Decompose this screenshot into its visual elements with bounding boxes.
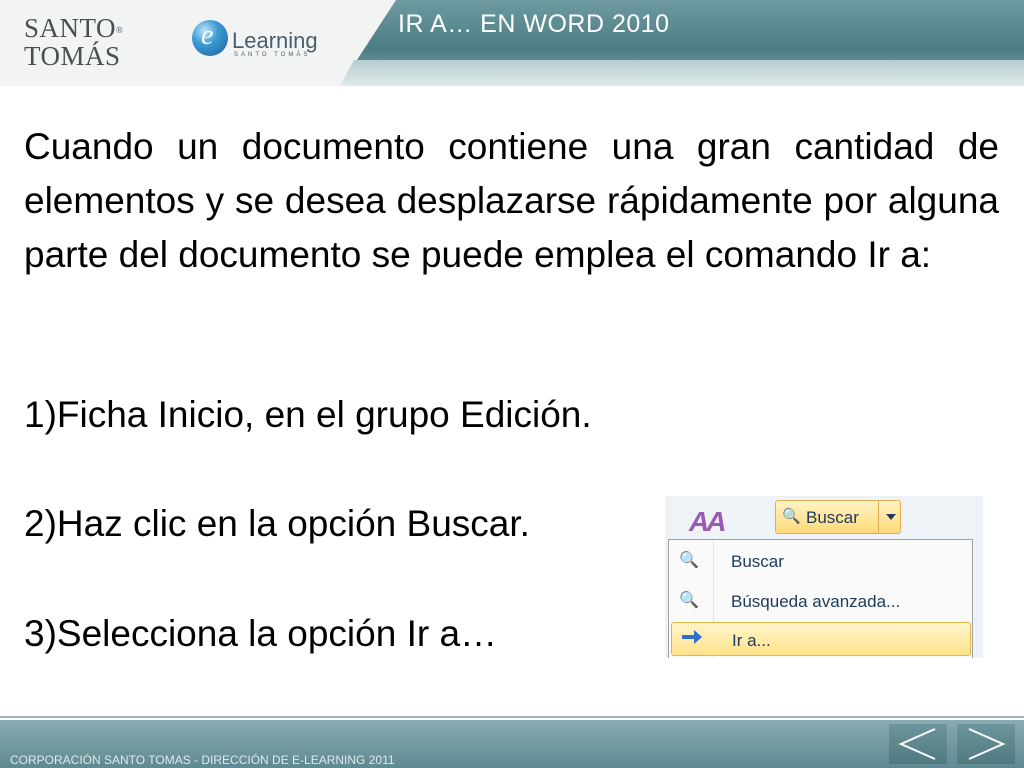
step-2: 2)Haz clic en la opción Buscar. [24,503,530,544]
binoculars-icon: 🔍 [679,552,699,569]
arrow-right-icon [682,630,702,644]
logo-tomas-word: TOMÁS [24,41,121,71]
step-1: 1)Ficha Inicio, en el grupo Edición. [24,394,592,435]
santo-tomas-logo: SANTO® TOMÁS [24,14,123,70]
footer-credit: CORPORACIÓN SANTO TOMAS - DIRECCIÓN DE E… [10,753,395,767]
chevron-down-icon [886,514,896,520]
slide-title: IR A… EN WORD 2010 [398,10,670,38]
slide-header: SANTO® TOMÁS e Learning SANTO TOMÁS IR A… [0,0,1024,86]
chevron-left-icon [898,728,936,760]
elearning-logo-icon: e [192,20,228,56]
buscar-button-label: Buscar [806,508,859,527]
elearning-mark: e [201,20,214,51]
buscar-split-button: 🔍 Buscar [775,500,901,534]
logo-trademark: ® [116,25,124,35]
menu-item-ir-a: Ir a... [671,622,971,656]
menu-item-buscar: 🔍 Buscar [671,544,971,578]
intro-paragraph: Cuando un documento contiene una gran ca… [24,126,999,275]
step-3: 3)Selecciona la opción Ir a… [24,613,498,654]
chevron-right-icon [968,728,1006,760]
slide-footer: CORPORACIÓN SANTO TOMAS - DIRECCIÓN DE E… [0,720,1024,768]
menu-item-label: Buscar [731,552,784,571]
logo-santo-word: SANTO [24,13,117,43]
word-buscar-screenshot: AA 🔍 Buscar 🔍 Buscar 🔍 Búsqueda avanzada… [665,496,983,658]
binoculars-icon: 🔍 [679,592,699,609]
buscar-dropdown-menu: 🔍 Buscar 🔍 Búsqueda avanzada... Ir a... [668,539,973,658]
next-slide-button[interactable] [957,724,1015,764]
footer-divider [0,716,1024,718]
menu-item-busqueda-avanzada: 🔍 Búsqueda avanzada... [671,584,971,618]
elearning-logo-text: Learning [232,28,318,53]
header-band-light [340,60,1024,86]
previous-slide-button[interactable] [889,724,947,764]
menu-item-label: Ir a... [732,631,771,650]
buscar-dropdown-arrow [878,501,901,533]
menu-item-label: Búsqueda avanzada... [731,592,901,611]
elearning-logo-subtext: SANTO TOMÁS [234,52,311,58]
text-effects-icon: AA [689,506,726,537]
binoculars-icon: 🔍 [782,508,801,525]
